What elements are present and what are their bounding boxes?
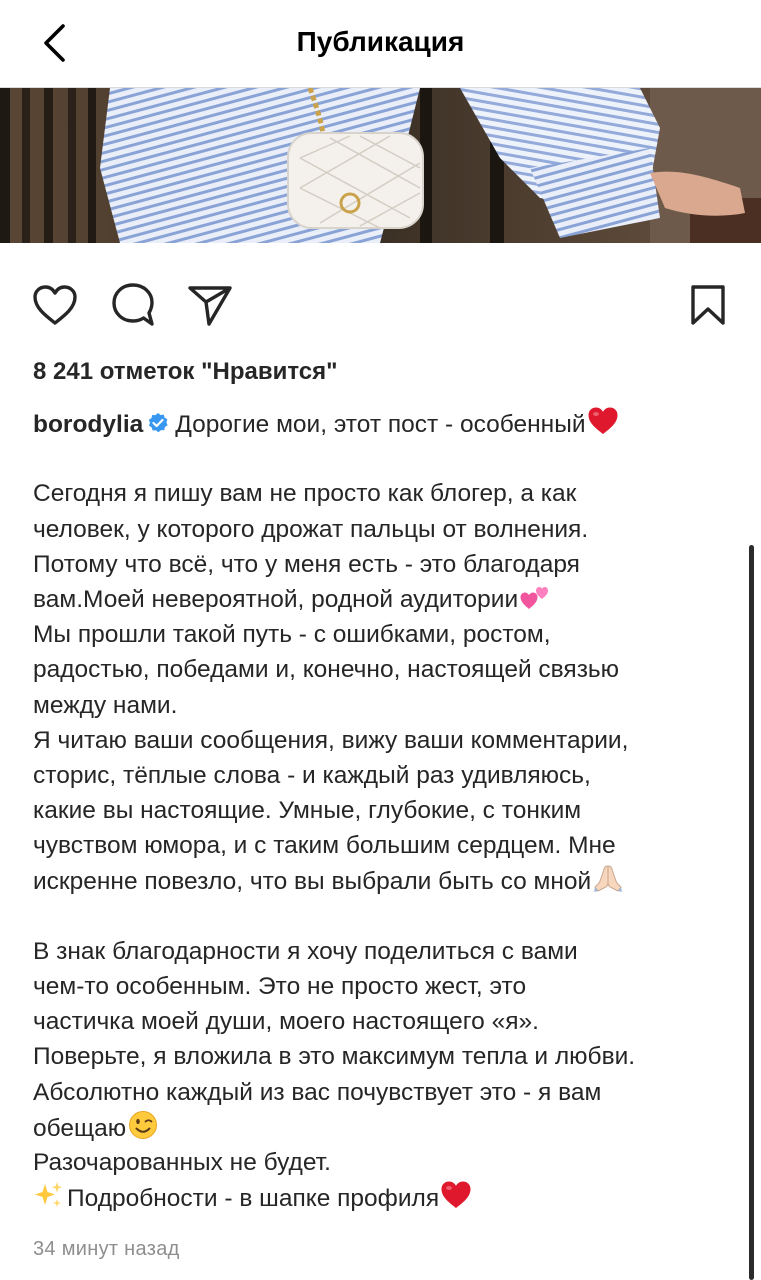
caption-line: Абсолютно каждый из вас почувствует это … (33, 1078, 602, 1106)
post-timestamp: 34 минут назад (33, 1238, 180, 1260)
comment-icon (112, 283, 154, 326)
two-hearts-icon (519, 585, 551, 621)
caption-text: Дорогие мои, этот пост - особенный (175, 411, 586, 438)
caption-line: искренне повезло, что вы выбрали быть со… (33, 863, 733, 898)
caption-line: человек, у которого дрожат пальцы от вол… (33, 515, 589, 543)
caption-line: Потому что всё, что у меня есть - это бл… (33, 550, 580, 578)
comment-button[interactable] (108, 280, 158, 330)
page-title: Публикация (296, 26, 465, 57)
red-heart-icon (440, 1180, 472, 1220)
verified-badge-icon (147, 409, 169, 444)
caption-text: Подробности - в шапке профиля (67, 1185, 440, 1213)
caption-line: Разочарованных не будет. (33, 1148, 331, 1176)
like-button[interactable] (30, 280, 80, 330)
caption-line: borodylia Дорогие мои, этот пост - особен… (33, 406, 733, 441)
username[interactable]: borodylia (33, 411, 143, 438)
caption-line: Подробности - в шапке профиля (33, 1180, 733, 1215)
post-image (0, 88, 761, 243)
post-caption: borodylia Дорогие мои, этот пост - особен… (33, 406, 733, 1215)
sparkles-icon (33, 1180, 65, 1220)
bookmark-icon (691, 285, 725, 325)
folded-hands-icon (592, 863, 624, 903)
caption-line: сторис, тёплые слова - и каждый раз удив… (33, 761, 591, 789)
caption-line: Поверьте, я вложила в это максимум тепла… (33, 1043, 636, 1071)
post-photo[interactable] (0, 88, 761, 243)
winking-face-icon (127, 1110, 159, 1150)
save-button[interactable] (683, 280, 733, 330)
heart-icon (33, 285, 77, 325)
red-heart-icon (587, 406, 619, 446)
caption-line: В знак благодарности я хочу поделиться с… (33, 937, 578, 965)
likes-count[interactable]: 8 241 отметок "Нравится" (33, 358, 338, 386)
caption-line: чем-то особенным. Это не просто жест, эт… (33, 973, 527, 1000)
caption-line: Я читаю ваши сообщения, вижу ваши коммен… (33, 726, 629, 754)
caption-text: вам.Моей невероятной, родной аудитории (33, 585, 519, 613)
send-icon (188, 286, 232, 326)
top-bar: Публикация (0, 0, 761, 88)
caption-line: чувством юмора, и с таким большим сердце… (33, 832, 616, 860)
caption-text: искренне повезло, что вы выбрали быть со… (33, 868, 592, 896)
caption-line: какие вы настоящие. Умные, глубокие, с т… (33, 797, 582, 825)
caption-line: радостью, победами и, конечно, настоящей… (33, 656, 620, 684)
share-button[interactable] (185, 280, 235, 330)
caption-line: Сегодня я пишу вам не просто как блогер,… (33, 480, 577, 508)
caption-line: частичка моей души, моего настоящего «я»… (33, 1008, 539, 1036)
caption-text: обещаю (33, 1114, 127, 1142)
post-actions (0, 270, 761, 340)
scrollbar[interactable] (749, 545, 754, 1280)
caption-line: Мы прошли такой путь - с ошибками, росто… (33, 621, 551, 649)
caption-line: вам.Моей невероятной, родной аудитории (33, 582, 733, 617)
caption-line: обещаю (33, 1110, 733, 1145)
caption-line: между нами. (33, 691, 178, 719)
